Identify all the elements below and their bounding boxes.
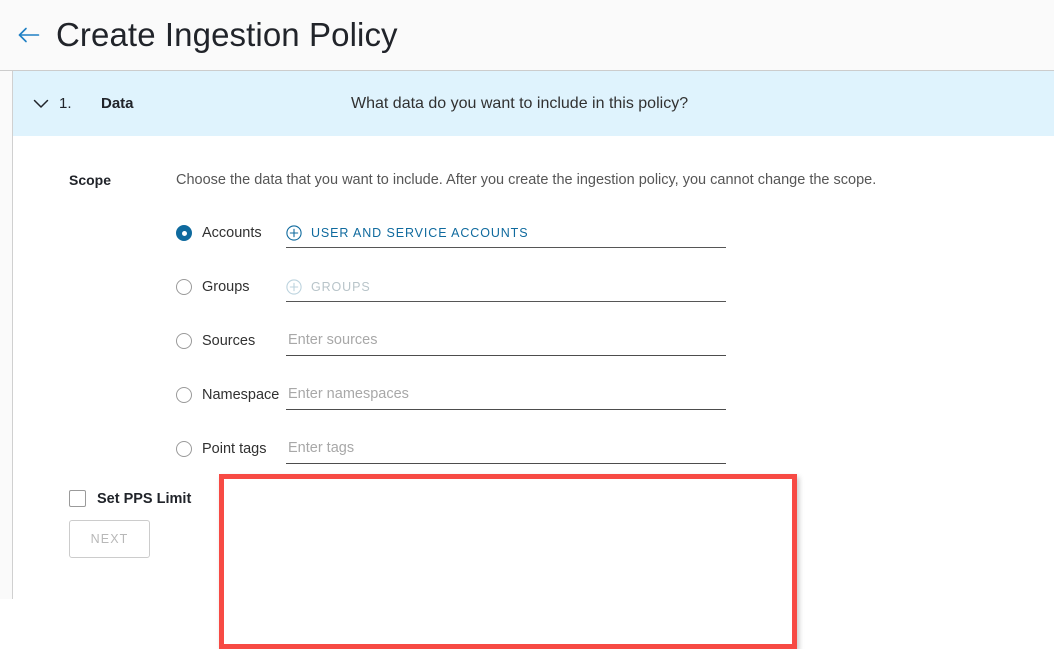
namespace-input[interactable] bbox=[286, 385, 726, 404]
radio-namespace[interactable]: Namespace bbox=[176, 387, 286, 403]
radio-point-tags-indicator bbox=[176, 441, 192, 457]
scope-right-column: Choose the data that you want to include… bbox=[176, 136, 1054, 476]
option-row-point-tags: Point tags bbox=[176, 422, 1054, 476]
groups-field: Groups bbox=[286, 272, 726, 302]
option-row-groups: Groups Groups bbox=[176, 260, 1054, 314]
namespace-field[interactable] bbox=[286, 380, 726, 410]
radio-groups-indicator bbox=[176, 279, 192, 295]
point-tags-field[interactable] bbox=[286, 434, 726, 464]
scope-label: Scope bbox=[69, 172, 112, 188]
scope-field-row: Scope Choose the data that you want to i… bbox=[13, 136, 1054, 476]
left-gutter bbox=[0, 71, 12, 599]
page-header: Create Ingestion Policy bbox=[0, 0, 1054, 71]
groups-link-label: Groups bbox=[311, 279, 371, 294]
step-name: Data bbox=[101, 95, 134, 112]
plus-circle-icon bbox=[286, 278, 302, 295]
radio-groups-label: Groups bbox=[202, 279, 250, 295]
back-button[interactable] bbox=[14, 20, 44, 50]
plus-circle-icon bbox=[286, 224, 302, 241]
option-row-accounts: Accounts User and Service Accounts bbox=[176, 206, 1054, 260]
option-row-sources: Sources bbox=[176, 314, 1054, 368]
step-collapse-toggle[interactable] bbox=[29, 92, 53, 116]
sources-field[interactable] bbox=[286, 326, 726, 356]
scope-options: Accounts User and Service Accounts bbox=[176, 206, 1054, 476]
next-button[interactable]: Next bbox=[69, 520, 150, 558]
radio-point-tags[interactable]: Point tags bbox=[176, 441, 286, 457]
set-pps-limit-checkbox[interactable]: Set PPS Limit bbox=[69, 490, 1054, 507]
user-and-service-accounts-label: User and Service Accounts bbox=[311, 225, 529, 240]
radio-accounts-indicator bbox=[176, 225, 192, 241]
page-title: Create Ingestion Policy bbox=[56, 16, 398, 53]
radio-point-tags-label: Point tags bbox=[202, 441, 267, 457]
step-content: Scope Choose the data that you want to i… bbox=[13, 136, 1054, 649]
radio-sources-indicator bbox=[176, 333, 192, 349]
sources-input[interactable] bbox=[286, 331, 726, 350]
set-pps-limit-checkbox-indicator bbox=[69, 490, 86, 507]
radio-accounts[interactable]: Accounts bbox=[176, 225, 286, 241]
set-pps-limit-label: Set PPS Limit bbox=[97, 490, 192, 507]
arrow-left-icon bbox=[18, 27, 40, 43]
radio-sources-label: Sources bbox=[202, 333, 256, 349]
scope-description: Choose the data that you want to include… bbox=[176, 172, 877, 188]
step-header-data[interactable]: 1. Data What data do you want to include… bbox=[13, 71, 1054, 136]
bottom-controls: Set PPS Limit Next bbox=[13, 490, 1054, 558]
step-number: 1. bbox=[59, 95, 72, 112]
wizard: 1. Data What data do you want to include… bbox=[0, 71, 1054, 649]
step-question: What data do you want to include in this… bbox=[351, 94, 689, 112]
radio-namespace-indicator bbox=[176, 387, 192, 403]
radio-namespace-label: Namespace bbox=[202, 387, 280, 403]
accounts-field[interactable]: User and Service Accounts bbox=[286, 218, 726, 248]
option-row-namespace: Namespace bbox=[176, 368, 1054, 422]
wizard-body: 1. Data What data do you want to include… bbox=[12, 71, 1054, 649]
groups-link: Groups bbox=[286, 278, 371, 295]
chevron-down-icon bbox=[33, 99, 49, 108]
radio-groups[interactable]: Groups bbox=[176, 279, 286, 295]
radio-sources[interactable]: Sources bbox=[176, 333, 286, 349]
point-tags-input[interactable] bbox=[286, 439, 726, 458]
user-and-service-accounts-link[interactable]: User and Service Accounts bbox=[286, 224, 529, 241]
radio-accounts-label: Accounts bbox=[202, 225, 262, 241]
